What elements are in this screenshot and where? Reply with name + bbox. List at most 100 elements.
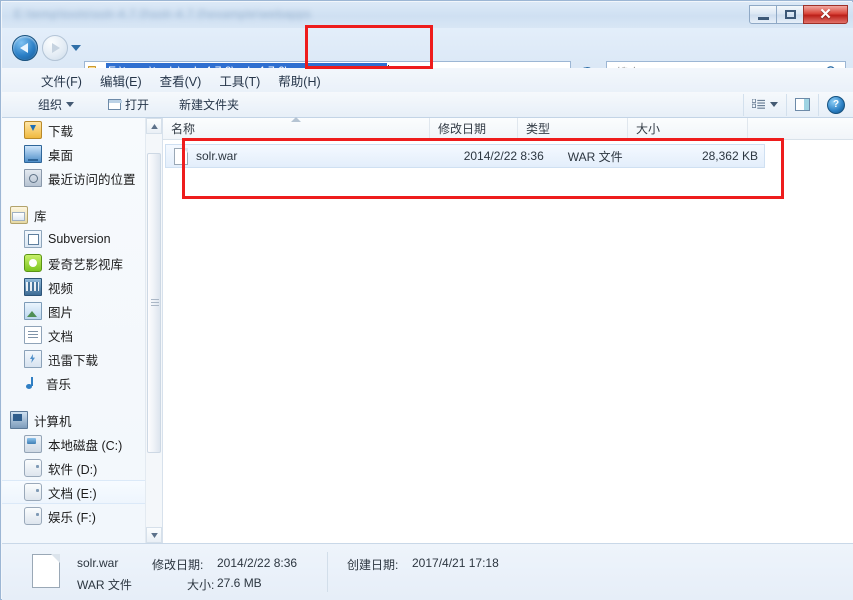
content-area: 下载 桌面 最近访问的位置 库 Subversion 爱奇艺影视库 视频 图片 … — [2, 116, 853, 543]
details-size-label: 大小: — [187, 578, 215, 592]
sidebar-item-music[interactable]: 音乐 — [2, 371, 146, 395]
open-icon — [108, 99, 123, 110]
sidebar-item-drive-e[interactable]: 文档 (E:) — [2, 480, 146, 504]
sidebar-item-label: 软件 (D:) — [48, 462, 98, 477]
war-file-icon — [174, 147, 188, 165]
sidebar-item-videos[interactable]: 视频 — [2, 275, 146, 299]
menu-tools[interactable]: 工具(T) — [210, 69, 269, 92]
window-frame: E:\temp\tools\solr-4.7.0\solr-4.7.0\exam… — [0, 0, 853, 600]
help-button[interactable]: ? — [818, 93, 853, 116]
sort-ascending-icon — [291, 116, 301, 122]
desktop-icon — [24, 145, 42, 163]
menu-help[interactable]: 帮助(H) — [269, 69, 329, 92]
details-filename: solr.war — [77, 556, 119, 570]
sidebar-item-label: 文档 — [48, 329, 74, 344]
chevron-down-icon — [770, 102, 778, 107]
sidebar-item-drive-f[interactable]: 娱乐 (F:) — [2, 504, 146, 528]
sidebar-item-subversion[interactable]: Subversion — [2, 227, 146, 251]
sidebar-scrollbar[interactable] — [145, 118, 162, 543]
details-modified-label: 修改日期: — [152, 558, 204, 572]
toolbar: 组织 打开 新建文件夹 ? — [2, 92, 853, 118]
recent-pages-dropdown-icon[interactable] — [71, 45, 81, 51]
sidebar-item-iqiyi[interactable]: 爱奇艺影视库 — [2, 251, 146, 275]
sidebar-item-downloads[interactable]: 下载 — [2, 118, 146, 142]
sidebar-item-label: 图片 — [48, 305, 74, 320]
videos-icon — [24, 278, 42, 296]
file-size: 28,362 KB — [701, 149, 758, 163]
organize-label: 组织 — [38, 98, 63, 112]
recent-places-icon — [24, 169, 42, 187]
details-file-type: WAR 文件 — [77, 578, 132, 592]
details-pane: solr.war 修改日期: 2014/2/22 8:36 创建日期: 2017… — [2, 543, 853, 600]
menu-file[interactable]: 文件(F) — [32, 69, 91, 92]
documents-icon — [24, 326, 42, 344]
local-disk-icon — [24, 435, 42, 453]
column-header-size[interactable]: 大小 — [628, 117, 748, 140]
thunder-download-icon — [24, 350, 42, 368]
menu-view[interactable]: 查看(V) — [151, 69, 211, 92]
drive-icon — [24, 459, 42, 477]
minimize-button[interactable] — [749, 5, 777, 24]
close-button[interactable]: ✕ — [803, 5, 848, 24]
back-button[interactable] — [12, 35, 38, 61]
forward-arrow-icon — [52, 43, 60, 53]
sidebar-group-label: 库 — [34, 209, 47, 224]
sidebar-item-local-disk-c[interactable]: 本地磁盘 (C:) — [2, 432, 146, 456]
sidebar-group-computer[interactable]: 计算机 — [2, 408, 146, 432]
sidebar-item-desktop[interactable]: 桌面 — [2, 142, 146, 166]
chevron-up-icon — [150, 123, 158, 129]
window-controls: ✕ — [749, 5, 848, 24]
column-label: 修改日期 — [438, 121, 487, 136]
computer-icon — [10, 411, 28, 429]
navigation-bar: E:\temp\tools\solr-4.7.0\solr-4.7.0\exam… — [2, 28, 853, 83]
library-icon — [10, 206, 28, 224]
sidebar-group-libraries[interactable]: 库 — [2, 203, 146, 227]
scroll-up-button[interactable] — [146, 118, 162, 134]
toolbar-right-group: ? — [743, 93, 853, 116]
change-view-button[interactable] — [743, 93, 786, 116]
scroll-down-button[interactable] — [146, 527, 162, 543]
sidebar-item-label: 音乐 — [46, 377, 72, 392]
details-divider — [327, 552, 328, 592]
sidebar-item-thunder-download[interactable]: 迅雷下载 — [2, 347, 146, 371]
column-header-date-modified[interactable]: 修改日期 — [430, 117, 518, 140]
open-button[interactable]: 打开 — [100, 94, 157, 115]
sidebar-item-label: 娱乐 (F:) — [48, 510, 96, 525]
details-modified-value: 2014/2/22 8:36 — [217, 556, 298, 570]
sidebar-item-recent-places[interactable]: 最近访问的位置 — [2, 166, 146, 190]
sidebar-item-label: 迅雷下载 — [48, 353, 99, 368]
drive-icon — [24, 483, 42, 501]
sidebar-item-label: 最近访问的位置 — [48, 172, 136, 187]
sidebar-item-label: 爱奇艺影视库 — [48, 257, 124, 272]
details-created-label: 创建日期: — [347, 558, 399, 572]
navigation-pane: 下载 桌面 最近访问的位置 库 Subversion 爱奇艺影视库 视频 图片 … — [2, 118, 162, 543]
new-folder-button[interactable]: 新建文件夹 — [171, 94, 247, 115]
sidebar-item-label: 桌面 — [48, 148, 74, 163]
preview-pane-button[interactable] — [786, 93, 818, 116]
details-size-value: 27.6 MB — [217, 576, 262, 590]
sidebar-item-pictures[interactable]: 图片 — [2, 299, 146, 323]
sidebar-item-documents[interactable]: 文档 — [2, 323, 146, 347]
new-folder-label: 新建文件夹 — [179, 98, 240, 112]
column-label: 类型 — [526, 121, 551, 136]
column-header-type[interactable]: 类型 — [518, 117, 628, 140]
explorer-window: E:\temp\tools\solr-4.7.0\solr-4.7.0\exam… — [0, 0, 853, 600]
sidebar-item-label: 视频 — [48, 281, 74, 296]
file-list-pane: 名称 修改日期 类型 大小 solr.war 2014/2/22 8:36 WA… — [162, 116, 853, 543]
file-name: solr.war — [196, 149, 238, 163]
menu-edit[interactable]: 编辑(E) — [91, 69, 151, 92]
table-row[interactable]: solr.war 2014/2/22 8:36 WAR 文件 28,362 KB — [165, 144, 765, 168]
file-type: WAR 文件 — [567, 149, 623, 164]
sidebar-divider — [2, 395, 146, 408]
sidebar-item-drive-d[interactable]: 软件 (D:) — [2, 456, 146, 480]
column-header-name[interactable]: 名称 — [163, 116, 430, 140]
forward-button[interactable] — [42, 35, 68, 61]
sidebar-scroll-thumb[interactable] — [147, 153, 161, 453]
maximize-button[interactable] — [776, 5, 804, 24]
sidebar-group-label: 计算机 — [34, 414, 72, 429]
organize-button[interactable]: 组织 — [30, 94, 82, 115]
minimize-icon — [757, 16, 769, 20]
scroll-thumb-grip-icon — [151, 299, 159, 307]
pictures-icon — [24, 302, 42, 320]
title-bar[interactable]: E:\temp\tools\solr-4.7.0\solr-4.7.0\exam… — [2, 2, 853, 28]
